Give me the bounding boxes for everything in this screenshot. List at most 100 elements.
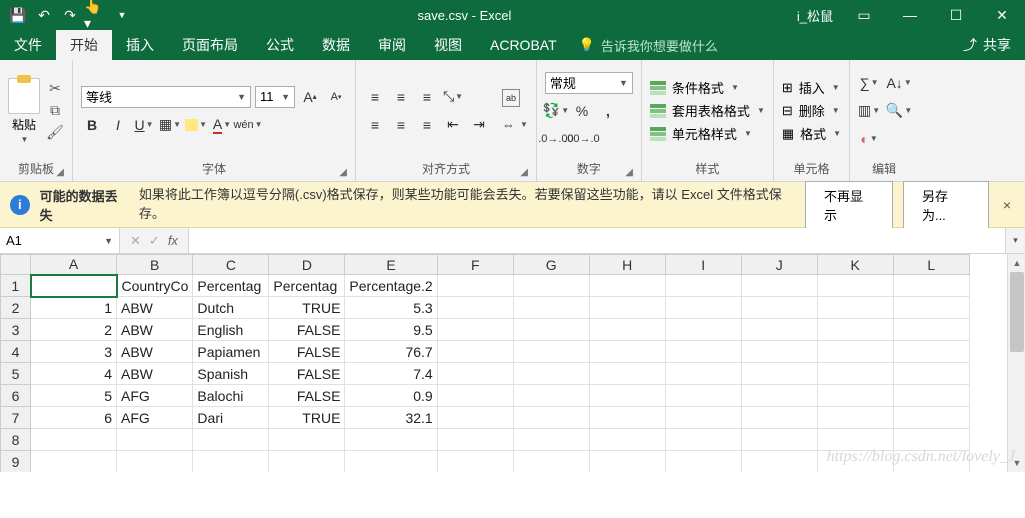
row-header[interactable]: 9 [1, 451, 31, 473]
cell[interactable] [437, 363, 513, 385]
cell[interactable] [741, 319, 817, 341]
column-header[interactable]: I [665, 255, 741, 275]
ribbon-display-icon[interactable]: ▭ [841, 0, 887, 30]
cell[interactable] [893, 319, 969, 341]
row-header[interactable]: 1 [1, 275, 31, 297]
column-header[interactable]: C [193, 255, 269, 275]
cell[interactable]: Spanish [193, 363, 269, 385]
cell[interactable] [893, 297, 969, 319]
row-header[interactable]: 6 [1, 385, 31, 407]
cell[interactable]: CountryCo [117, 275, 193, 297]
column-header[interactable]: B [117, 255, 193, 275]
cell[interactable] [269, 451, 345, 473]
cell[interactable] [893, 407, 969, 429]
font-name-combo[interactable]: 等线▼ [81, 86, 251, 108]
name-box[interactable]: A1▼ [0, 228, 120, 253]
row-header[interactable]: 2 [1, 297, 31, 319]
cell[interactable] [513, 275, 589, 297]
underline-button[interactable]: U▼ [133, 114, 155, 136]
cell[interactable] [437, 319, 513, 341]
cell[interactable]: 4 [31, 363, 117, 385]
cell[interactable]: Percentag [193, 275, 269, 297]
cell[interactable] [665, 429, 741, 451]
cell[interactable]: FALSE [269, 319, 345, 341]
decrease-indent-icon[interactable]: ⇤ [442, 114, 464, 136]
cell[interactable] [513, 429, 589, 451]
cell[interactable] [589, 385, 665, 407]
insert-function-icon[interactable]: fx [168, 233, 178, 248]
align-center-icon[interactable]: ≡ [390, 114, 412, 136]
cell[interactable] [589, 275, 665, 297]
column-header[interactable]: J [741, 255, 817, 275]
share-button[interactable]: ⤴ 共享 [949, 30, 1025, 60]
cell[interactable] [589, 363, 665, 385]
cell[interactable]: ABW [117, 363, 193, 385]
cut-icon[interactable]: ✂ [46, 81, 64, 97]
delete-cells-button[interactable]: ⊟删除▼ [782, 101, 841, 120]
cell[interactable] [741, 297, 817, 319]
tab-insert[interactable]: 插入 [112, 30, 168, 60]
align-right-icon[interactable]: ≡ [416, 114, 438, 136]
spreadsheet-grid[interactable]: ABCDEFGHIJKL1CountryCoPercentagPercentag… [0, 254, 1025, 472]
cell[interactable] [741, 275, 817, 297]
italic-button[interactable]: I [107, 114, 129, 136]
undo-icon[interactable]: ↶ [32, 3, 56, 27]
cell[interactable] [893, 385, 969, 407]
cell[interactable]: Dari [193, 407, 269, 429]
fill-button[interactable]: ▥▼ [858, 100, 880, 122]
tab-file[interactable]: 文件 [0, 30, 56, 60]
merge-center-button[interactable]: ⇔▼ [502, 117, 528, 132]
cell[interactable]: 3 [31, 341, 117, 363]
cell[interactable] [817, 407, 893, 429]
cell[interactable] [513, 341, 589, 363]
bold-button[interactable]: B [81, 114, 103, 136]
cell[interactable] [437, 275, 513, 297]
cell[interactable]: ABW [117, 341, 193, 363]
column-header[interactable]: L [893, 255, 969, 275]
cell[interactable] [513, 363, 589, 385]
cell[interactable] [589, 297, 665, 319]
cell[interactable] [741, 341, 817, 363]
cell[interactable]: AFG [117, 385, 193, 407]
vertical-scrollbar[interactable]: ▲ ▼ [1007, 254, 1025, 472]
cell[interactable]: AFG [117, 407, 193, 429]
user-name[interactable]: i_松鼠 [789, 6, 841, 25]
cell[interactable] [437, 341, 513, 363]
qat-customize-icon[interactable]: ▼ [110, 3, 134, 27]
cell[interactable] [589, 429, 665, 451]
cell[interactable]: 6 [31, 407, 117, 429]
cell[interactable] [741, 385, 817, 407]
cell[interactable] [589, 407, 665, 429]
tab-formulas[interactable]: 公式 [252, 30, 308, 60]
increase-indent-icon[interactable]: ⇥ [468, 114, 490, 136]
cell[interactable] [817, 297, 893, 319]
cell[interactable] [665, 341, 741, 363]
cell[interactable] [117, 451, 193, 473]
cell[interactable] [513, 297, 589, 319]
row-header[interactable]: 5 [1, 363, 31, 385]
scroll-up-icon[interactable]: ▲ [1008, 254, 1025, 272]
row-header[interactable]: 8 [1, 429, 31, 451]
format-cells-button[interactable]: ▦格式▼ [782, 124, 841, 143]
orientation-icon[interactable]: ⤡▼ [442, 86, 464, 108]
cell[interactable] [589, 341, 665, 363]
dont-show-again-button[interactable]: 不再显示 [805, 181, 893, 229]
cell[interactable] [437, 429, 513, 451]
tab-view[interactable]: 视图 [420, 30, 476, 60]
cell[interactable]: 7.4 [345, 363, 437, 385]
enter-formula-icon[interactable]: ✓ [149, 233, 160, 249]
cell-styles-button[interactable]: 单元格样式▼ [650, 124, 765, 143]
cell[interactable] [817, 319, 893, 341]
minimize-button[interactable]: — [887, 0, 933, 30]
paste-button[interactable]: 粘贴 ▼ [8, 78, 40, 144]
cell[interactable] [665, 407, 741, 429]
cell[interactable] [513, 451, 589, 473]
tab-acrobat[interactable]: ACROBAT [476, 30, 571, 60]
cell[interactable]: Dutch [193, 297, 269, 319]
cell[interactable] [193, 451, 269, 473]
cell[interactable] [665, 275, 741, 297]
cell[interactable]: 76.7 [345, 341, 437, 363]
scrollbar-thumb[interactable] [1010, 272, 1024, 352]
insert-cells-button[interactable]: ⊞插入▼ [782, 78, 841, 97]
cell[interactable]: 9.5 [345, 319, 437, 341]
